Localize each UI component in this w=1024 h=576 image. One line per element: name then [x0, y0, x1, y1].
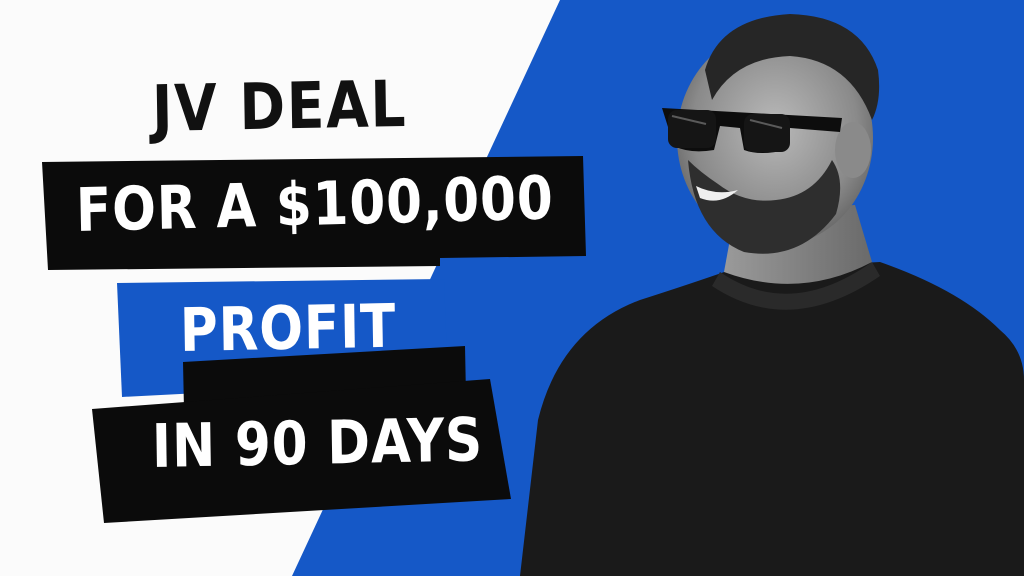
thumbnail-canvas: JV DEAL FOR A $100,000 PROFIT IN 90 DAYS	[0, 0, 1024, 576]
ear	[835, 122, 871, 178]
headline-line-2: FOR A $100,000	[75, 163, 555, 246]
headline-line-3: PROFIT	[179, 291, 397, 366]
headline-line-4: IN 90 DAYS	[151, 405, 484, 482]
headline-line-1: JV DEAL	[151, 67, 408, 147]
